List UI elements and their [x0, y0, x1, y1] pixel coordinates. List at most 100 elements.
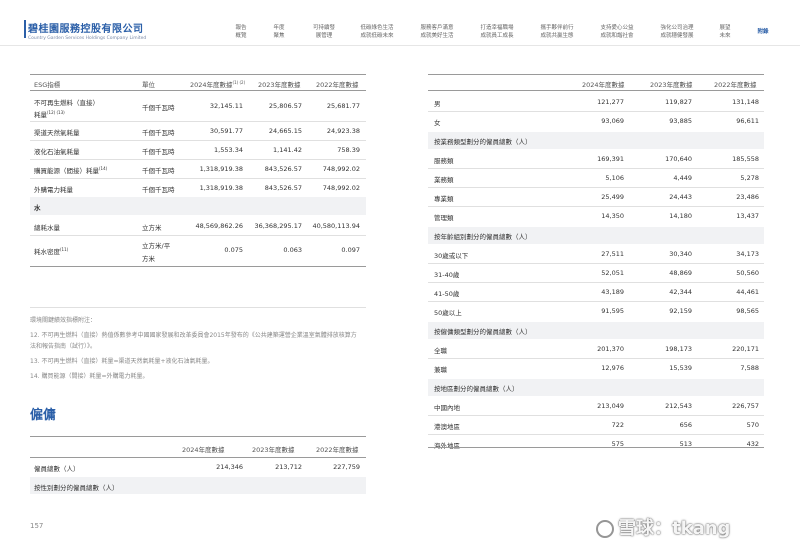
row-value-2024: 25,499 [601, 193, 624, 201]
note-14: 14. 購買能源（間接）耗量=外購電力耗量。 [30, 373, 149, 380]
row-divider [428, 415, 764, 416]
row-value-2024: 1,318,919.38 [199, 184, 243, 192]
row-unit: 千個千瓦時 [142, 129, 175, 137]
nav-item-partners[interactable]: 攜手夥伴前行 成就共贏生態 [534, 24, 580, 40]
row-divider [428, 111, 764, 112]
row-label: 管理類 [434, 214, 454, 222]
row-label: 外購電力耗量 [34, 186, 73, 194]
watermark: 雪球：tkang [596, 514, 730, 540]
row-value-2022: 758.39 [337, 146, 360, 154]
row-value-2024: 169,391 [597, 155, 624, 163]
nav-item-customers[interactable]: 服務客戶滿意 成就美好生活 [414, 24, 460, 40]
row-label: 僱員總數（人） [34, 465, 80, 473]
row-value-2022: 40,580,113.94 [312, 222, 360, 230]
row-value-2024: 214,346 [216, 463, 243, 471]
row-value-2023: 92,159 [669, 307, 692, 315]
notes-rule [30, 307, 366, 308]
row-value-2024: 5,106 [605, 174, 624, 182]
row-divider [428, 187, 764, 188]
row-label: 全職 [434, 347, 447, 355]
col-header-2022: 2022年度數據 [714, 81, 757, 89]
col-header-2022: 2022年度數據 [316, 446, 359, 454]
row-divider [428, 301, 764, 302]
header-rule [428, 90, 764, 91]
row-divider [428, 358, 764, 359]
row-value-2023: 213,712 [275, 463, 302, 471]
row-label: 中國內地 [434, 404, 460, 412]
row-value-2022: 748,992.02 [322, 184, 360, 192]
row-value-2024: 722 [611, 421, 624, 429]
row-value-2023: 24,665.15 [268, 127, 302, 135]
section-title-employment: 僱傭 [30, 408, 57, 423]
row-value-2023: 119,827 [665, 98, 692, 106]
nav-item-appendix[interactable]: 附錄 [750, 28, 776, 36]
row-label: 購買能源（間接）耗量(14) [34, 165, 108, 175]
row-value-2024: 52,051 [601, 269, 624, 277]
nav-item-outlook[interactable]: 展望 未來 [712, 24, 738, 40]
section-label: 按地區劃分的僱員總數（人） [434, 385, 519, 393]
note-12-cont: 法和報告指南（試行）》。 [30, 343, 97, 350]
table-bottom-rule [428, 447, 764, 448]
row-divider [30, 121, 366, 122]
company-logo: 碧桂園服務控股有限公司 Country Garden Services Hold… [28, 20, 146, 41]
row-value-2023: 15,539 [669, 364, 692, 372]
row-label: 總耗水量 [34, 224, 60, 232]
page-number-left: 157 [30, 522, 44, 530]
nav-item-sustainability[interactable]: 可持續發 展管理 [306, 24, 342, 40]
row-divider [428, 434, 764, 435]
row-value-2024: 0.075 [224, 246, 243, 254]
row-label: 耗水密度(11) [34, 246, 69, 256]
row-unit: 千個千瓦時 [142, 186, 175, 194]
row-label: 專業類 [434, 195, 454, 203]
col-header-2024: 2024年度數據 [182, 446, 225, 454]
row-value-2023: 48,869 [669, 269, 692, 277]
col-header-2024: 2024年度數據(1) (2) [190, 79, 246, 89]
row-unit: 立方米/平 [142, 242, 171, 250]
col-header-2023: 2023年度數據 [252, 446, 295, 454]
row-value-2024: 1,553.34 [214, 146, 243, 154]
row-unit: 千個千瓦時 [142, 167, 175, 175]
col-header-unit: 單位 [142, 81, 155, 89]
section-row-water: 水 [30, 197, 366, 215]
row-label: 不可再生燃料（直接） [34, 99, 99, 107]
row-value-2022: 24,923.38 [326, 127, 360, 135]
row-value-2024: 121,277 [597, 98, 624, 106]
section-row-gender: 按性別劃分的僱員總數（人） [30, 477, 366, 494]
row-label: 女 [434, 119, 441, 127]
row-value-2024: 1,318,919.38 [199, 165, 243, 173]
nav-item-governance[interactable]: 強化公司治理 成就穩健發展 [654, 24, 700, 40]
nav-item-workplace[interactable]: 打造幸福職場 成就員工成長 [474, 24, 520, 40]
top-bar: 碧桂園服務控股有限公司 Country Garden Services Hold… [0, 0, 800, 46]
nav-item-low-carbon[interactable]: 低碳綠色生活 成就低碳未來 [354, 24, 400, 40]
row-value-2022: 226,757 [732, 402, 759, 410]
row-divider [428, 282, 764, 283]
row-value-2022: 5,278 [740, 174, 759, 182]
row-label: 港澳地區 [434, 423, 460, 431]
row-divider [30, 235, 366, 236]
row-value-2023: 212,543 [665, 402, 692, 410]
table-bottom-rule [30, 266, 366, 267]
nav-item-focus[interactable]: 年度 聚焦 [264, 24, 294, 40]
row-value-2022: 570 [746, 421, 759, 429]
row-value-2023: 25,806.57 [268, 102, 302, 110]
row-label: 50歲以上 [434, 309, 462, 317]
row-value-2023: 170,640 [665, 155, 692, 163]
row-value-2023: 4,449 [673, 174, 692, 182]
row-value-2023: 42,344 [669, 288, 692, 296]
nav-item-charity[interactable]: 支持愛心公益 成就和諧社會 [594, 24, 640, 40]
row-label: 兼職 [434, 366, 447, 374]
nav-item-overview[interactable]: 報告 概覽 [226, 24, 256, 40]
note-12: 12. 不可再生燃料（直接）熱值係數參考中國國家發展和改革委員會2015年發布的… [30, 332, 357, 339]
section-nav: 報告 概覽 年度 聚焦 可持續發 展管理 低碳綠色生活 成就低碳未來 服務客戶滿意 成就美… [226, 24, 776, 46]
row-value-2023: 843,526.57 [264, 165, 302, 173]
row-value-2024: 91,595 [601, 307, 624, 315]
row-value-2022: 748,992.02 [322, 165, 360, 173]
section-row: 按地區劃分的僱員總數（人） [428, 379, 764, 396]
table-top-rule [30, 436, 366, 437]
row-label: 業務類 [434, 176, 454, 184]
row-label: 男 [434, 100, 441, 108]
row-value-2024: 93,069 [601, 117, 624, 125]
row-value-2022: 98,565 [736, 307, 759, 315]
row-label: 液化石油氣耗量 [34, 148, 80, 156]
row-value-2022: 131,148 [732, 98, 759, 106]
